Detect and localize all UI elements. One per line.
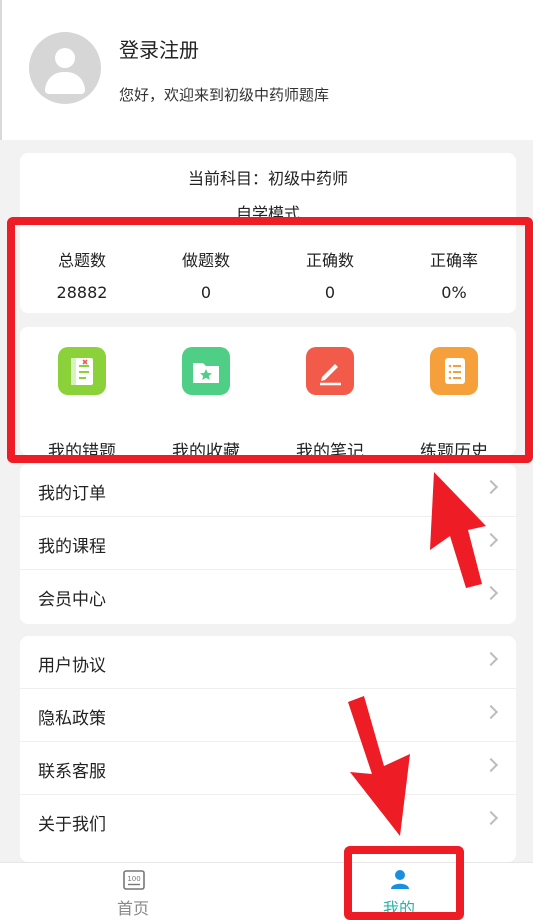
menu-item-user-agreement[interactable]: 用户协议 [20, 636, 516, 689]
login-register-link[interactable]: 登录注册 [119, 34, 199, 63]
current-subject-text[interactable]: 当前科目：初级中药师 [20, 165, 516, 189]
menu-item-label: 用户协议 [38, 656, 106, 676]
arrow-up-annotation-icon [430, 472, 486, 588]
user-avatar-icon[interactable] [29, 32, 101, 104]
mine-tab-highlight-box [344, 846, 464, 920]
arrow-down-annotation-icon [348, 696, 410, 836]
menu-item-about-us[interactable]: 关于我们 [20, 795, 516, 848]
home-100-icon: 100 [123, 870, 145, 890]
menu-item-label: 联系客服 [38, 762, 106, 782]
chevron-right-icon [483, 704, 499, 720]
avatar-body [45, 72, 85, 94]
chevron-right-icon [483, 810, 499, 826]
menu-item-label: 我的课程 [38, 537, 106, 557]
chevron-right-icon [483, 757, 499, 773]
tab-home-label: 首页 [116, 899, 149, 918]
menu-group-info: 用户协议 隐私政策 联系客服 关于我们 [20, 636, 516, 862]
menu-item-label: 隐私政策 [38, 709, 106, 729]
menu-item-label: 我的订单 [38, 484, 106, 504]
svg-text:100: 100 [127, 875, 140, 883]
profile-header[interactable]: 登录注册 您好，欢迎来到初级中药师题库 [0, 0, 533, 140]
menu-item-label: 关于我们 [38, 815, 106, 835]
tab-home[interactable]: 100 首页 [0, 863, 266, 920]
avatar-head [55, 48, 75, 68]
menu-item-label: 会员中心 [38, 590, 106, 610]
menu-item-customer-service[interactable]: 联系客服 [20, 742, 516, 795]
chevron-right-icon [483, 651, 499, 667]
welcome-text: 您好，欢迎来到初级中药师题库 [119, 86, 330, 104]
menu-item-privacy[interactable]: 隐私政策 [20, 689, 516, 742]
stats-features-highlight-box [7, 217, 533, 463]
